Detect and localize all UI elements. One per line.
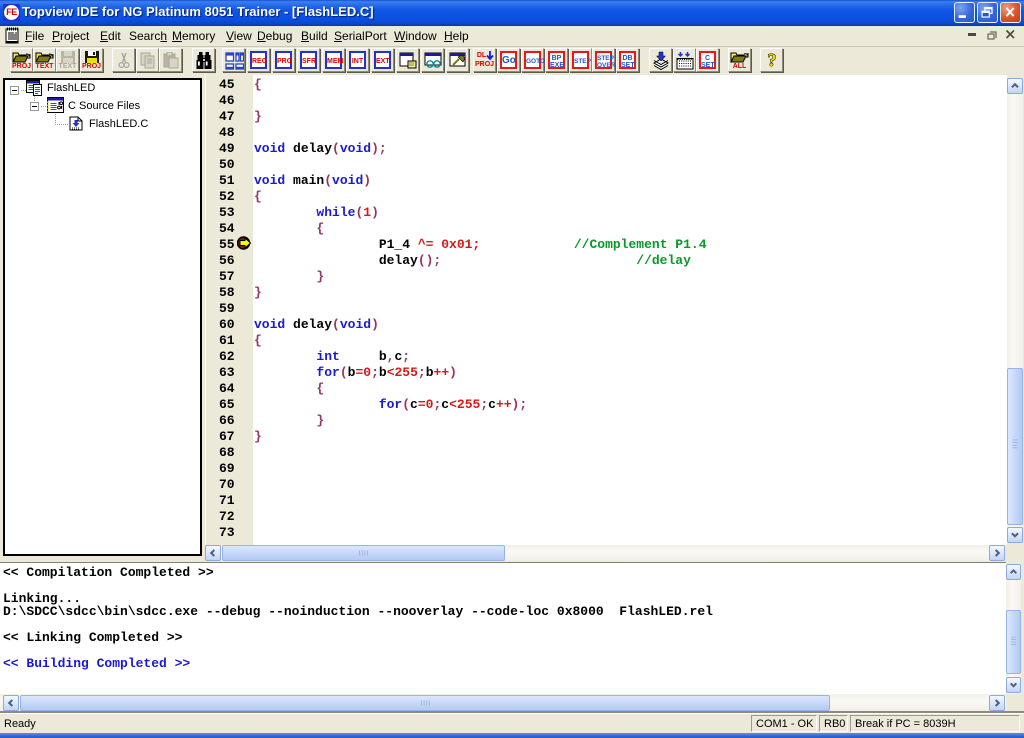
svg-text:?: ?	[768, 50, 777, 70]
